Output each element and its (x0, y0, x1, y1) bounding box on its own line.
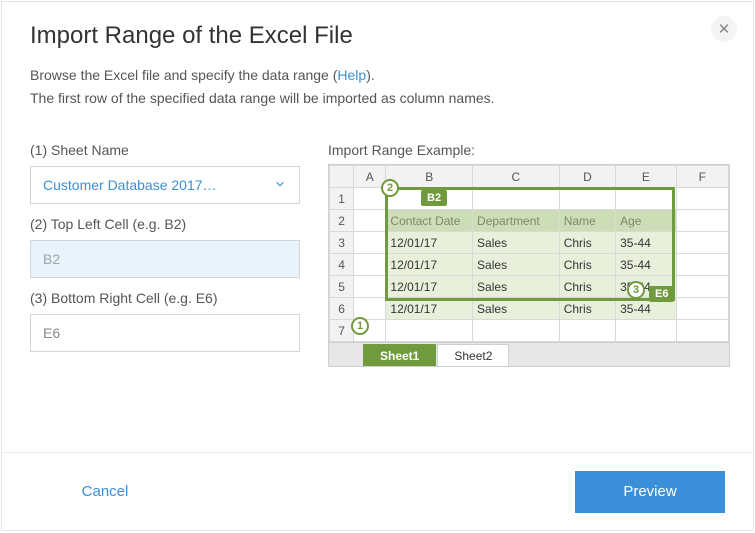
cell: 12/01/17 (386, 254, 473, 276)
cell: 35-44 (616, 298, 676, 320)
example-spreadsheet: ABCDEF 12 Contact DateDepartmentNameAge 3 1… (328, 164, 730, 367)
chevron-down-icon (273, 177, 287, 194)
sheet-name-value: Customer Database 2017… (43, 177, 217, 193)
intro-text: Browse the Excel file and specify the da… (2, 64, 753, 122)
cell: Sales (473, 232, 560, 254)
cell: Sales (473, 276, 560, 298)
cell: 12/01/17 (386, 232, 473, 254)
intro-line2: The first row of the specified data rang… (30, 90, 495, 106)
row-header: 6 (330, 298, 354, 320)
example-table: ABCDEF 12 Contact DateDepartmentNameAge 3 1… (329, 165, 729, 342)
dialog-title: Import Range of the Excel File (2, 2, 753, 64)
cell: 12/01/17 (386, 276, 473, 298)
sheet-name-label: (1) Sheet Name (30, 142, 300, 158)
example-title: Import Range Example: (328, 142, 725, 158)
cell: Contact Date (386, 210, 473, 232)
preview-button[interactable]: Preview (575, 471, 725, 513)
row-header: 1 (330, 188, 354, 210)
sheet-name-select[interactable]: Customer Database 2017… (30, 166, 300, 204)
cell (354, 254, 386, 276)
row-header: 5 (330, 276, 354, 298)
close-button[interactable]: ✕ (711, 16, 737, 42)
cell (676, 254, 728, 276)
cell (676, 188, 728, 210)
cell (559, 188, 615, 210)
cell (354, 276, 386, 298)
top-left-cell-input[interactable] (30, 240, 300, 278)
intro-suffix: ). (366, 67, 375, 83)
col-header: F (676, 166, 728, 188)
bottom-right-label: (3) Bottom Right Cell (e.g. E6) (30, 290, 300, 306)
sheet-tabs: Sheet1Sheet2 (329, 342, 729, 366)
col-header: A (354, 166, 386, 188)
cell: 12/01/17 (386, 298, 473, 320)
cell (616, 188, 676, 210)
sheet-tab[interactable]: Sheet2 (437, 344, 509, 366)
intro-prefix: Browse the Excel file and specify the da… (30, 67, 337, 83)
close-icon: ✕ (718, 20, 731, 38)
cell (354, 210, 386, 232)
cell (676, 210, 728, 232)
cell: Age (616, 210, 676, 232)
col-header: B (386, 166, 473, 188)
cell: Chris (559, 298, 615, 320)
cell (473, 188, 560, 210)
cell (386, 320, 473, 342)
cell (354, 232, 386, 254)
cell: 35-44 (616, 232, 676, 254)
row-header: 7 (330, 320, 354, 342)
top-left-label: (2) Top Left Cell (e.g. B2) (30, 216, 300, 232)
cell (354, 188, 386, 210)
cell: Department (473, 210, 560, 232)
cell (616, 320, 676, 342)
cell (354, 320, 386, 342)
row-header: 3 (330, 232, 354, 254)
form-column: (1) Sheet Name Customer Database 2017… (… (30, 130, 300, 367)
col-header: E (616, 166, 676, 188)
cell: Name (559, 210, 615, 232)
cell (473, 320, 560, 342)
cell: Chris (559, 254, 615, 276)
cell (354, 298, 386, 320)
cell: Chris (559, 232, 615, 254)
col-header: D (559, 166, 615, 188)
row-header: 2 (330, 210, 354, 232)
row-header: 4 (330, 254, 354, 276)
bottom-right-cell-input[interactable] (30, 314, 300, 352)
cell: 35-44 (616, 276, 676, 298)
cell: Sales (473, 254, 560, 276)
sheet-tab[interactable]: Sheet1 (363, 344, 436, 366)
cell (676, 232, 728, 254)
cell: 35-44 (616, 254, 676, 276)
cancel-button[interactable]: Cancel (30, 471, 180, 513)
dialog-footer: Cancel Preview (2, 452, 753, 530)
import-range-dialog: Import Range of the Excel File ✕ Browse … (1, 1, 754, 531)
cell: Sales (473, 298, 560, 320)
cell (676, 320, 728, 342)
help-link[interactable]: Help (337, 67, 366, 83)
example-column: Import Range Example: ABCDEF 12 Contact D… (328, 130, 725, 367)
cell (676, 298, 728, 320)
cell (676, 276, 728, 298)
cell: Chris (559, 276, 615, 298)
cell (559, 320, 615, 342)
cell (386, 188, 473, 210)
col-header: C (473, 166, 560, 188)
